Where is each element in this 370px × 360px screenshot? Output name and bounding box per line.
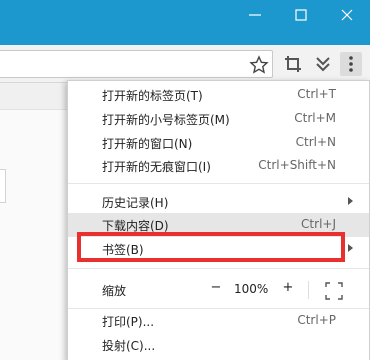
maximize-button[interactable] [278,0,324,30]
menu-item-print[interactable]: 打印(P)... Ctrl+P [68,309,369,333]
browser-toolbar [0,45,370,83]
zoom-in-button[interactable]: + [280,280,296,300]
menu-item-new-window[interactable]: 打开新的窗口(N) Ctrl+N [68,131,369,155]
menu-item-new-incognito-window[interactable]: 打开新的无痕窗口(I) Ctrl+Shift+N [68,154,369,178]
menu-item-new-small-tab[interactable]: 打开新的小号标签页(M) Ctrl+M [68,107,369,131]
menu-zoom-row: 缩放 − 100% + [68,275,369,305]
menu-separator [68,268,369,269]
close-button[interactable] [324,0,370,30]
address-bar[interactable] [0,50,273,78]
menu-item-new-tab[interactable]: 打开新的标签页(T) Ctrl+T [68,83,369,107]
fullscreen-icon[interactable] [324,281,344,301]
menu-button[interactable] [340,52,362,76]
menu-item-shortcut: Ctrl+N [295,135,336,149]
highlight-box [77,232,345,262]
menu-item-label: 历史记录(H) [102,196,169,210]
menu-separator [68,183,369,184]
title-bar [0,0,370,45]
menu-item-label: 打开新的窗口(N) [102,137,193,151]
menu-item-shortcut: Ctrl+J [301,217,336,231]
page-input-fragment [0,169,6,203]
page-left-area [0,110,70,360]
menu-item-cast[interactable]: 投射(C)... [68,333,369,357]
star-icon[interactable] [249,55,269,75]
menu-item-label: 打开新的无痕窗口(I) [102,160,211,174]
menu-item-shortcut: Ctrl+P [297,313,336,327]
maximize-icon [295,9,307,21]
menu-item-label: 打印(P)... [102,315,155,329]
menu-item-label: 投射(C)... [102,339,156,353]
menu-item-shortcut: Ctrl+T [297,87,336,101]
menu-item-shortcut: Ctrl+Shift+N [258,158,336,172]
menu-item-label: 打开新的标签页(T) [102,89,203,103]
crop-icon[interactable] [283,54,303,74]
zoom-label: 缩放 [102,284,127,298]
more-vertical-icon [349,56,353,72]
zoom-value: 100% [234,282,269,296]
chrome-menu: 打开新的标签页(T) Ctrl+T 打开新的小号标签页(M) Ctrl+M 打开… [67,80,370,360]
zoom-out-button[interactable]: − [208,280,224,300]
minimize-button[interactable] [232,0,278,30]
menu-divider [308,281,309,299]
chevron-right-icon [348,244,353,252]
chevron-right-icon [348,197,353,205]
menu-item-history[interactable]: 历史记录(H) [68,190,369,214]
menu-item-shortcut: Ctrl+M [294,111,336,125]
chevrons-down-icon[interactable] [313,54,333,74]
minimize-icon [249,14,261,16]
page-header-strip [0,83,70,110]
menu-item-label: 打开新的小号标签页(M) [102,113,230,127]
close-icon [341,9,353,21]
